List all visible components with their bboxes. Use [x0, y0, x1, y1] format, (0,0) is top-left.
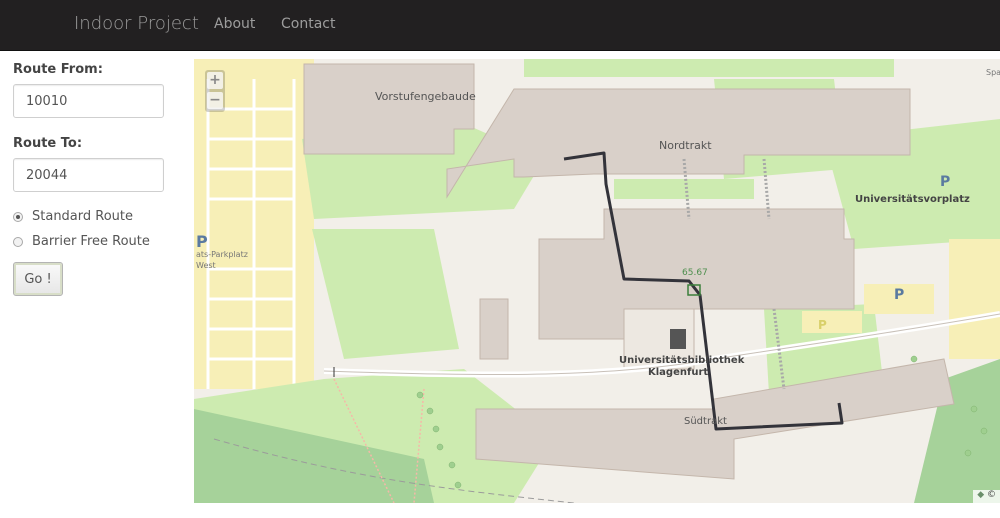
- map-attribution[interactable]: ◆ ©: [973, 490, 1000, 503]
- route-to-label: Route To:: [13, 136, 83, 151]
- parking-area-east: [802, 311, 862, 333]
- parking-symbol-west: P: [196, 232, 208, 251]
- standard-route-radio[interactable]: [13, 211, 23, 222]
- parking-area-far-east: [949, 239, 1000, 359]
- label-library-line1: Universitätsbibliothek: [619, 355, 745, 366]
- grass-top: [524, 59, 894, 77]
- label-suedtrakt: Südtrakt: [684, 416, 727, 427]
- route-from-input[interactable]: [13, 84, 164, 118]
- standard-route-label: Standard Route: [32, 209, 134, 224]
- label-corner-partial: Spa: [986, 68, 1000, 77]
- zoom-control: + −: [205, 70, 225, 112]
- barrier-free-route-label: Barrier Free Route: [32, 234, 150, 249]
- label-parkplatz-partial: ats-Parkplatz: [196, 250, 248, 259]
- label-west-partial: West: [196, 261, 216, 270]
- nav-about-link[interactable]: About: [214, 16, 255, 32]
- nav-contact-link[interactable]: Contact: [281, 16, 335, 32]
- label-universitaetsvorplatz: Universitätsvorplatz: [855, 194, 970, 205]
- route-to-input[interactable]: [13, 158, 164, 192]
- zoom-in-button[interactable]: +: [207, 72, 223, 89]
- library-icon: [670, 329, 686, 349]
- parking-symbol-east: P: [894, 287, 904, 303]
- label-vorstufengebaude: Vorstufengebaude: [375, 90, 476, 103]
- grass-center: [614, 179, 754, 199]
- building-vorstufengebaude: [303, 63, 475, 155]
- label-room: 65.67: [682, 268, 708, 278]
- barrier-free-route-option[interactable]: Barrier Free Route: [13, 234, 150, 249]
- zoom-out-button[interactable]: −: [207, 92, 223, 109]
- attribution-text: ©: [987, 490, 996, 500]
- parking-symbol-vorplatz: P: [940, 174, 950, 190]
- building-small: [479, 298, 509, 360]
- label-nordtrakt: Nordtrakt: [659, 139, 712, 152]
- map-canvas[interactable]: Vorstufengebaude Nordtrakt Südtrakt 65.6…: [194, 59, 1000, 503]
- parking-symbol-south: P: [818, 318, 827, 332]
- go-button[interactable]: Go !: [13, 262, 63, 296]
- barrier-free-route-radio[interactable]: [13, 236, 23, 247]
- label-library-line2: Klagenfurt: [648, 367, 708, 378]
- map-layers-icon: ◆: [977, 490, 985, 500]
- top-navbar: Indoor Project About Contact: [0, 0, 1000, 51]
- route-form-panel: Route From: Route To: Standard Route Bar…: [0, 51, 194, 518]
- standard-route-option[interactable]: Standard Route: [13, 209, 133, 224]
- brand-link[interactable]: Indoor Project: [74, 13, 199, 34]
- route-from-label: Route From:: [13, 62, 103, 77]
- map-view[interactable]: Vorstufengebaude Nordtrakt Südtrakt 65.6…: [194, 59, 1000, 503]
